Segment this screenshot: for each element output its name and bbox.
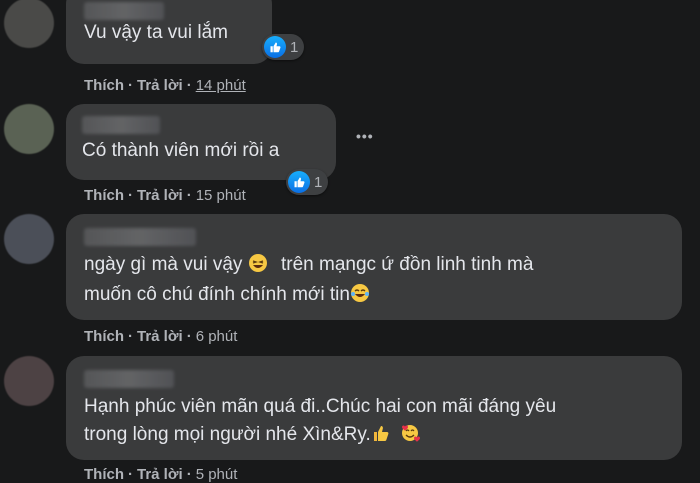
comment-actions: Thích · Trả lời · 14 phút [84, 77, 246, 94]
timestamp[interactable]: 6 phút [196, 328, 238, 345]
reply-button[interactable]: Trả lời [137, 77, 183, 94]
comment-bubble: Vu vậy ta vui lắm [66, 0, 272, 64]
comment-text-line-2: muốn cô chú đính chính mới tin [84, 280, 370, 310]
avatar[interactable] [4, 356, 54, 406]
comment-text-line-1: Hạnh phúc viên mãn quá đi..Chúc hai con … [84, 396, 557, 417]
reaction-badge[interactable]: 1 [262, 34, 305, 60]
author-name[interactable] [84, 370, 174, 388]
smiling-hearts-emoji-icon [402, 425, 421, 442]
reaction-count: 1 [290, 38, 299, 56]
avatar[interactable] [4, 104, 54, 154]
reply-button[interactable]: Trả lời [137, 466, 183, 483]
timestamp[interactable]: 5 phút [196, 466, 238, 483]
more-options-icon[interactable]: ••• [356, 128, 374, 144]
comment-text-line-2: trong lòng mọi người nhé Xìn&Ry. [84, 420, 421, 450]
comment-bubble: Hạnh phúc viên mãn quá đi..Chúc hai con … [66, 356, 682, 460]
timestamp[interactable]: 15 phút [196, 187, 246, 204]
reaction-count: 1 [314, 173, 323, 191]
comment-text: Có thành viên mới rồi a [82, 140, 280, 161]
reply-button[interactable]: Trả lời [137, 187, 183, 204]
like-button[interactable]: Thích [84, 77, 124, 94]
like-button[interactable]: Thích [84, 328, 124, 345]
comment-actions: Thích · Trả lời · 5 phút [84, 466, 238, 483]
avatar[interactable] [4, 214, 54, 264]
timestamp[interactable]: 14 phút [196, 77, 246, 94]
comment-text: Vu vậy ta vui lắm [84, 22, 228, 43]
text-segment: ngày gì mà vui vậy [84, 254, 243, 275]
text-segment: muốn cô chú đính chính mới tin [84, 284, 350, 305]
comment-text-line-1: ngày gì mà vui vậy trên mạngc ứ đồn linh… [84, 250, 533, 280]
thumbs-up-emoji-icon [373, 426, 389, 441]
text-segment: trong lòng mọi người nhé Xìn&Ry. [84, 424, 371, 445]
tears-of-joy-emoji-icon [350, 284, 369, 302]
reaction-badge[interactable]: 1 [286, 169, 329, 195]
author-name[interactable] [82, 116, 160, 134]
text-segment: trên mạngc ứ đồn linh tinh mà [280, 254, 534, 275]
comment-bubble: ngày gì mà vui vậy trên mạngc ứ đồn linh… [66, 214, 682, 320]
laughing-emoji-icon [248, 254, 267, 272]
like-button[interactable]: Thích [84, 187, 124, 204]
comment-actions: Thích · Trả lời · 6 phút [84, 328, 238, 345]
like-icon [264, 36, 286, 58]
avatar[interactable] [4, 0, 54, 48]
reply-button[interactable]: Trả lời [137, 328, 183, 345]
comment-actions: Thích · Trả lời · 15 phút [84, 187, 246, 204]
author-name[interactable] [84, 228, 196, 246]
like-icon [288, 171, 310, 193]
like-button[interactable]: Thích [84, 466, 124, 483]
